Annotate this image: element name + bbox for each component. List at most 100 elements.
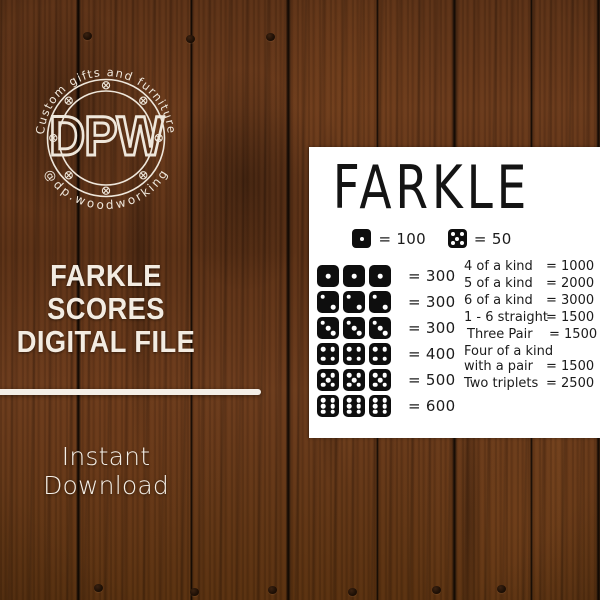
die-face-2 <box>317 291 339 313</box>
die-face-1 <box>369 265 391 287</box>
die-pip <box>320 320 326 326</box>
dice-row-three-threes: = 300 <box>317 315 455 341</box>
die-pip <box>330 330 336 336</box>
die-pip <box>346 346 352 352</box>
dice-row-three-twos: = 300 <box>317 289 455 315</box>
divider-line <box>0 389 261 395</box>
die-pip <box>346 356 352 362</box>
die-pip <box>325 325 331 331</box>
die-pip <box>382 397 388 403</box>
die-pip <box>330 346 336 352</box>
die-pip <box>382 304 388 310</box>
die-pip <box>356 356 362 362</box>
die-pip <box>372 403 378 409</box>
die-pip <box>356 304 362 310</box>
score-value: = 2000 <box>546 276 595 291</box>
score-label: 1 - 6 straight <box>464 310 549 325</box>
die-pip <box>325 273 331 279</box>
die-pip <box>351 273 357 279</box>
combination-score-list: 4 of a kind = 1000 5 of a kind = 2000 6 of a… <box>464 259 600 393</box>
nail-head <box>432 586 441 594</box>
score-row: 5 of a kind = 2000 <box>464 276 600 293</box>
dice-row-value: = 600 <box>408 397 456 415</box>
die-pip <box>377 325 383 331</box>
dice-row-three-sixes: = 600 <box>317 393 455 419</box>
left-branding-panel: DPW Custom gifts and furniture @dp.woodw… <box>0 0 300 600</box>
die-pip <box>356 382 362 388</box>
die-pip <box>346 409 352 415</box>
legend-value: = 50 <box>473 229 512 248</box>
farkle-score-card: FARKLE = 100 = 50 = 300 = 300 = 300 = 400 = 5… <box>309 147 600 438</box>
logo-monogram: DPW <box>49 105 164 167</box>
die-pip <box>325 377 331 383</box>
die-pip <box>455 236 460 241</box>
score-row: 1 - 6 straight = 1500 <box>464 310 600 327</box>
die-face-3 <box>317 317 339 339</box>
die-pip <box>320 346 326 352</box>
die-pip <box>330 304 336 310</box>
die-pip <box>459 232 464 237</box>
die-pip <box>382 409 388 415</box>
die-pip <box>356 403 362 409</box>
legend-value: = 100 <box>378 229 426 248</box>
die-face-6 <box>369 395 391 417</box>
dice-row-three-fours: = 400 <box>317 341 455 367</box>
die-face-3 <box>369 317 391 339</box>
logo-svg: DPW Custom gifts and furniture @dp.woodw… <box>33 65 178 213</box>
dice-row-three-fives: = 500 <box>317 367 455 393</box>
brand-logo: DPW Custom gifts and furniture @dp.woodw… <box>30 62 182 214</box>
score-label: Four of a kind <box>464 344 554 359</box>
score-value: = 1500 <box>546 359 595 374</box>
die-pip <box>330 356 336 362</box>
die-pip <box>377 273 383 279</box>
legend-single-one-die: = 100 <box>352 229 426 248</box>
die-pip <box>330 403 336 409</box>
nail-head <box>497 585 506 593</box>
card-legend-row: = 100 = 50 <box>309 229 555 248</box>
die-pip <box>356 372 362 378</box>
die-pip <box>372 382 378 388</box>
score-row: Four of a kind with a pair = 1500 <box>464 344 600 376</box>
card-title: FARKLE <box>332 153 531 223</box>
dice-row-three-ones: = 300 <box>317 263 455 289</box>
die-face-5 <box>369 369 391 391</box>
die-pip <box>346 397 352 403</box>
headline-line-2: DIGITAL FILE <box>16 324 196 359</box>
die-pip <box>356 346 362 352</box>
nail-head <box>348 588 357 596</box>
die-pip <box>320 403 326 409</box>
die-pip <box>451 232 456 237</box>
dice-row-value: = 500 <box>408 371 456 389</box>
die-pip <box>372 320 378 326</box>
die-pip <box>320 294 326 300</box>
die-face-4 <box>317 343 339 365</box>
die-pip <box>382 372 388 378</box>
dice-score-table: = 300 = 300 = 300 = 400 = 500 = 600 <box>317 263 455 419</box>
die-pip <box>459 240 464 245</box>
die-pip <box>359 236 364 241</box>
die-face-1 <box>343 265 365 287</box>
die-face-5 <box>447 229 467 248</box>
die-face-1 <box>352 229 372 248</box>
die-pip <box>330 382 336 388</box>
die-pip <box>330 409 336 415</box>
logo-bottom-arc-text: @dp.woodworking <box>41 167 170 213</box>
die-pip <box>320 409 326 415</box>
die-pip <box>320 382 326 388</box>
die-pip <box>346 294 352 300</box>
listing-image: DPW Custom gifts and furniture @dp.woodw… <box>0 0 600 600</box>
die-face-2 <box>343 291 365 313</box>
score-row: Three Pair = 1500 <box>464 327 600 344</box>
die-pip <box>382 382 388 388</box>
score-label: 4 of a kind <box>464 259 533 274</box>
die-pip <box>356 397 362 403</box>
die-face-4 <box>369 343 391 365</box>
die-face-5 <box>343 369 365 391</box>
score-value: = 1000 <box>546 259 595 274</box>
die-face-5 <box>317 369 339 391</box>
die-pip <box>372 356 378 362</box>
die-pip <box>372 294 378 300</box>
score-label: Three Pair <box>467 327 533 342</box>
score-value: = 1500 <box>549 327 598 342</box>
die-pip <box>372 346 378 352</box>
